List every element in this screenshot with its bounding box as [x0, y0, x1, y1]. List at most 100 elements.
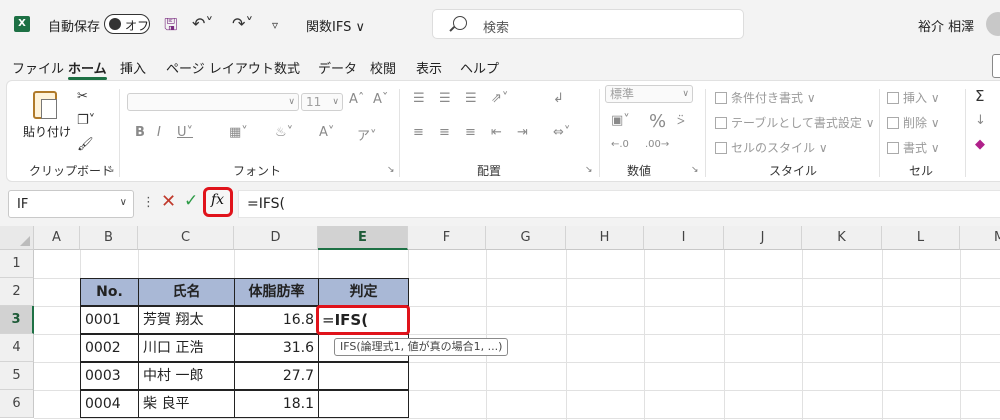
redo-icon[interactable]: ↷˅ — [232, 14, 253, 33]
font-color-icon[interactable]: A˅ — [319, 125, 334, 140]
search-box[interactable]: 検索 — [432, 9, 744, 39]
align-middle-icon[interactable]: ☰ — [439, 91, 451, 106]
column-header[interactable]: K — [802, 226, 882, 250]
currency-icon[interactable]: ▣˅ — [611, 113, 630, 128]
merge-center-icon[interactable]: ⇔˅ — [553, 125, 570, 140]
tab-data[interactable]: データ — [318, 58, 357, 77]
table-header-name[interactable]: 氏名 — [138, 278, 235, 306]
undo-icon[interactable]: ↶˅ — [192, 14, 213, 33]
table-cell[interactable]: 柴 良平 — [138, 390, 235, 418]
row-header[interactable]: 3 — [0, 306, 34, 334]
autosum-icon[interactable]: Σ — [975, 87, 984, 105]
bold-icon[interactable]: B — [135, 125, 145, 140]
orientation-icon[interactable]: ⇗˅ — [491, 91, 508, 106]
table-header-no[interactable]: No. — [80, 278, 139, 306]
alignment-launcher-icon[interactable]: ↘ — [585, 165, 593, 175]
cancel-icon[interactable]: ✕ — [161, 191, 176, 212]
table-cell[interactable] — [318, 362, 409, 390]
insert-function-button[interactable]: fx — [203, 187, 233, 217]
table-header-judge[interactable]: 判定 — [318, 278, 409, 306]
name-box[interactable]: IF ∨ — [8, 190, 134, 218]
tab-formulas[interactable]: 数式 — [274, 58, 300, 77]
align-bottom-icon[interactable]: ☰ — [465, 91, 477, 106]
tab-home[interactable]: ホーム — [68, 58, 107, 80]
phonetic-icon[interactable]: ア˅ — [357, 125, 377, 144]
quick-access-more-icon[interactable]: ▿ — [272, 18, 278, 32]
autosave-toggle[interactable]: オフ — [104, 14, 150, 34]
number-format-dropdown[interactable]: 標準 ∨ — [605, 85, 693, 103]
table-cell[interactable]: 16.8 — [234, 306, 319, 334]
format-painter-icon[interactable]: 🖌 — [77, 137, 94, 152]
table-cell[interactable]: 18.1 — [234, 390, 319, 418]
more-options-icon[interactable]: ⋮ — [142, 195, 155, 210]
decrease-decimal-icon[interactable]: .00→ — [645, 139, 669, 150]
tab-file[interactable]: ファイル — [12, 58, 64, 77]
font-name-dropdown[interactable]: ∨ — [127, 93, 299, 111]
border-icon[interactable]: ▦˅ — [229, 125, 248, 140]
row-header[interactable]: 5 — [0, 362, 34, 390]
table-cell[interactable]: 川口 正浩 — [138, 334, 235, 362]
table-cell[interactable]: 0001 — [80, 306, 139, 334]
tab-help[interactable]: ヘルプ — [460, 58, 499, 77]
function-syntax-tooltip[interactable]: IFS(論理式1, 値が真の場合1, ...) — [334, 338, 509, 356]
cell-styles-button[interactable]: セルのスタイル ∨ — [715, 139, 828, 156]
fill-color-icon[interactable]: ♨˅ — [275, 125, 293, 140]
enter-icon[interactable]: ✓ — [184, 191, 198, 211]
paste-button-label[interactable]: 貼り付け — [23, 123, 71, 140]
increase-indent-icon[interactable]: ⇥ — [517, 125, 528, 140]
row-header[interactable]: 2 — [0, 278, 34, 306]
column-header[interactable]: M — [960, 226, 1000, 250]
format-as-table-button[interactable]: テーブルとして書式設定 ∨ — [715, 114, 875, 131]
table-header-fat[interactable]: 体脂肪率 — [234, 278, 319, 306]
align-right-icon[interactable]: ≡ — [465, 125, 476, 140]
font-size-dropdown[interactable]: 11 ∨ — [301, 93, 343, 111]
align-left-icon[interactable]: ≡ — [413, 125, 424, 140]
table-cell[interactable]: 0002 — [80, 334, 139, 362]
avatar[interactable] — [986, 12, 1000, 36]
formula-input[interactable]: =IFS( — [238, 190, 1000, 218]
table-cell[interactable]: 芳賀 翔太 — [138, 306, 235, 334]
table-cell[interactable]: 0003 — [80, 362, 139, 390]
tab-page-layout[interactable]: ページ レイアウト — [166, 58, 274, 77]
delete-cells-button[interactable]: 削除 ∨ — [887, 114, 940, 131]
column-header[interactable]: L — [882, 226, 960, 250]
align-center-icon[interactable]: ≡ — [439, 125, 450, 140]
column-header[interactable]: J — [724, 226, 802, 250]
number-launcher-icon[interactable]: ↘ — [691, 165, 699, 175]
underline-icon[interactable]: U˅ — [177, 125, 193, 140]
insert-cells-button[interactable]: 挿入 ∨ — [887, 89, 940, 106]
column-header[interactable]: H — [566, 226, 644, 250]
conditional-formatting-button[interactable]: 条件付き書式 ∨ — [715, 89, 816, 106]
copy-icon[interactable]: ❐˅ — [77, 113, 95, 128]
column-header[interactable]: B — [80, 226, 138, 250]
table-cell[interactable] — [318, 390, 409, 418]
clear-icon[interactable]: ◆ — [975, 137, 985, 152]
comments-button[interactable] — [992, 54, 1000, 78]
row-header[interactable]: 4 — [0, 334, 34, 362]
italic-icon[interactable]: I — [157, 125, 161, 140]
wrap-text-icon[interactable]: ↲ — [553, 91, 564, 106]
percent-icon[interactable]: % — [649, 111, 666, 132]
document-title[interactable]: 関数IFS ∨ — [306, 16, 365, 35]
column-header[interactable]: D — [234, 226, 318, 250]
worksheet-grid[interactable]: A B C D E F G H I J K L M 1 2 3 4 5 6 No… — [0, 226, 1000, 420]
column-header[interactable]: I — [644, 226, 724, 250]
table-cell[interactable]: 中村 一郎 — [138, 362, 235, 390]
clipboard-launcher-icon[interactable]: ↘ — [107, 165, 115, 175]
cut-icon[interactable]: ✂ — [77, 89, 88, 104]
select-all-button[interactable] — [0, 226, 34, 250]
column-header[interactable]: E — [318, 226, 408, 250]
increase-decimal-icon[interactable]: ←.0 — [611, 139, 629, 150]
tab-insert[interactable]: 挿入 — [120, 58, 146, 77]
save-icon[interactable]: 🖫 — [164, 14, 178, 41]
table-cell[interactable]: 27.7 — [234, 362, 319, 390]
comma-style-icon[interactable]: ⍩ — [677, 113, 685, 128]
column-header[interactable]: A — [34, 226, 80, 250]
table-cell[interactable]: 31.6 — [234, 334, 319, 362]
table-cell[interactable]: 0004 — [80, 390, 139, 418]
increase-font-icon[interactable]: Aˆ — [349, 92, 364, 107]
align-top-icon[interactable]: ☰ — [413, 91, 425, 106]
column-header[interactable]: G — [486, 226, 566, 250]
column-header[interactable]: F — [408, 226, 486, 250]
decrease-indent-icon[interactable]: ⇤ — [491, 125, 502, 140]
